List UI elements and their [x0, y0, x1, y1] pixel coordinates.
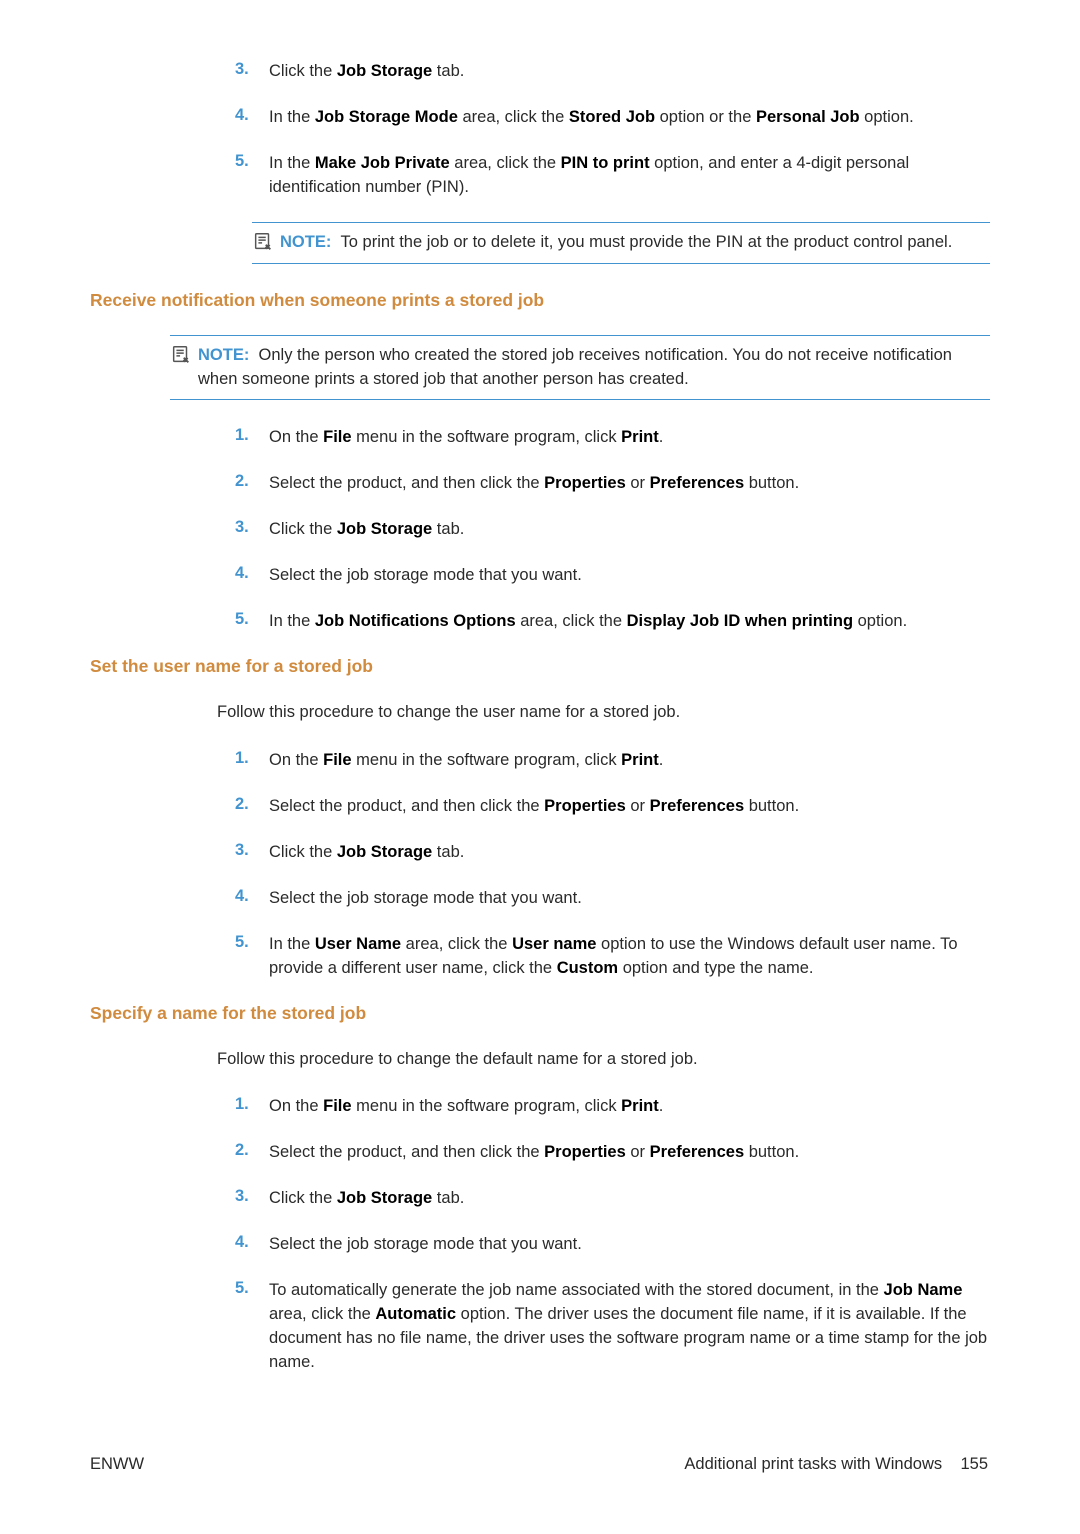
list-text: In the Job Storage Mode area, click the …	[269, 106, 914, 130]
note-icon	[252, 231, 274, 253]
list-number: 5.	[235, 1279, 269, 1375]
list-text: In the Job Notifications Options area, c…	[269, 610, 907, 634]
note-text: NOTE: Only the person who created the st…	[198, 344, 990, 392]
note-box: NOTE: Only the person who created the st…	[170, 335, 990, 401]
list-item: 1. On the File menu in the software prog…	[145, 749, 990, 773]
footer-left: ENWW	[90, 1455, 144, 1474]
footer: ENWW Additional print tasks with Windows…	[90, 1455, 990, 1474]
list-item: 5. To automatically generate the job nam…	[145, 1279, 990, 1375]
list-text: Click the Job Storage tab.	[269, 60, 464, 84]
footer-right: Additional print tasks with Windows 155	[684, 1455, 988, 1474]
intro-username: Follow this procedure to change the user…	[217, 701, 990, 725]
list-item: 3. Click the Job Storage tab.	[145, 60, 990, 84]
list-text: In the Make Job Private area, click the …	[269, 152, 990, 200]
list-item: 2. Select the product, and then click th…	[145, 1141, 990, 1165]
list-number: 5.	[235, 152, 269, 200]
note-body: Only the person who created the stored j…	[198, 346, 952, 388]
intro-specify: Follow this procedure to change the defa…	[217, 1048, 990, 1072]
footer-page-number: 155	[960, 1455, 988, 1473]
list-number: 4.	[235, 887, 269, 911]
list-text: Select the job storage mode that you wan…	[269, 564, 582, 588]
section-username: Set the user name for a stored job Follo…	[145, 656, 990, 980]
list-item: 1. On the File menu in the software prog…	[145, 1095, 990, 1119]
content: 3. Click the Job Storage tab. 4. In the …	[145, 60, 990, 1375]
list-text: Select the product, and then click the P…	[269, 472, 799, 496]
list-text: Click the Job Storage tab.	[269, 1187, 464, 1211]
note-icon	[170, 344, 192, 366]
list-text: To automatically generate the job name a…	[269, 1279, 990, 1375]
list-item: 2. Select the product, and then click th…	[145, 795, 990, 819]
list-text: Select the job storage mode that you wan…	[269, 1233, 582, 1257]
list-text: Select the product, and then click the P…	[269, 795, 799, 819]
note-text: NOTE: To print the job or to delete it, …	[280, 231, 952, 255]
list-number: 5.	[235, 610, 269, 634]
list-number: 2.	[235, 795, 269, 819]
list-text: In the User Name area, click the User na…	[269, 933, 990, 981]
note-label: NOTE:	[198, 346, 249, 364]
footer-right-text: Additional print tasks with Windows	[684, 1455, 942, 1473]
page: 3. Click the Job Storage tab. 4. In the …	[0, 0, 1080, 1534]
list-number: 4.	[235, 106, 269, 130]
section-top: 3. Click the Job Storage tab. 4. In the …	[145, 60, 990, 264]
list-number: 2.	[235, 1141, 269, 1165]
heading-specify: Specify a name for the stored job	[90, 1003, 990, 1024]
list-item: 4. Select the job storage mode that you …	[145, 564, 990, 588]
list-number: 4.	[235, 564, 269, 588]
list-item: 3. Click the Job Storage tab.	[145, 841, 990, 865]
note-label: NOTE:	[280, 233, 331, 251]
list-number: 1.	[235, 749, 269, 773]
list-item: 5. In the Make Job Private area, click t…	[145, 152, 990, 200]
list-text: Select the product, and then click the P…	[269, 1141, 799, 1165]
list-number: 4.	[235, 1233, 269, 1257]
list-item: 3. Click the Job Storage tab.	[145, 1187, 990, 1211]
section-specify: Specify a name for the stored job Follow…	[145, 1003, 990, 1375]
list-text: On the File menu in the software program…	[269, 749, 663, 773]
list-text: Click the Job Storage tab.	[269, 518, 464, 542]
list-item: 4. In the Job Storage Mode area, click t…	[145, 106, 990, 130]
list-item: 5. In the User Name area, click the User…	[145, 933, 990, 981]
list-number: 1.	[235, 1095, 269, 1119]
list-item: 4. Select the job storage mode that you …	[145, 887, 990, 911]
list-item: 2. Select the product, and then click th…	[145, 472, 990, 496]
list-text: On the File menu in the software program…	[269, 1095, 663, 1119]
list-number: 2.	[235, 472, 269, 496]
note-body: To print the job or to delete it, you mu…	[341, 233, 953, 251]
list-number: 3.	[235, 841, 269, 865]
list-number: 3.	[235, 60, 269, 84]
list-item: 5. In the Job Notifications Options area…	[145, 610, 990, 634]
section-receive: Receive notification when someone prints…	[145, 290, 990, 634]
list-item: 3. Click the Job Storage tab.	[145, 518, 990, 542]
list-item: 1. On the File menu in the software prog…	[145, 426, 990, 450]
list-text: Select the job storage mode that you wan…	[269, 887, 582, 911]
list-number: 5.	[235, 933, 269, 981]
note-box: NOTE: To print the job or to delete it, …	[252, 222, 990, 264]
heading-username: Set the user name for a stored job	[90, 656, 990, 677]
list-text: Click the Job Storage tab.	[269, 841, 464, 865]
list-number: 3.	[235, 1187, 269, 1211]
list-text: On the File menu in the software program…	[269, 426, 663, 450]
heading-receive: Receive notification when someone prints…	[90, 290, 990, 311]
list-number: 1.	[235, 426, 269, 450]
list-item: 4. Select the job storage mode that you …	[145, 1233, 990, 1257]
list-number: 3.	[235, 518, 269, 542]
